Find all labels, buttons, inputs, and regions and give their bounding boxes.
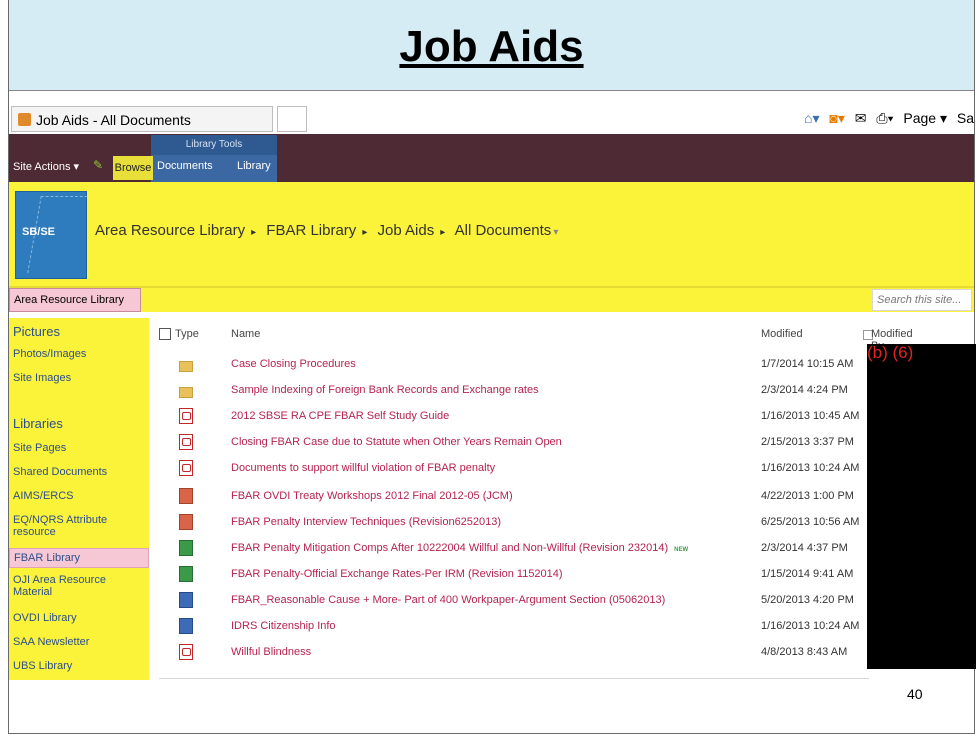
site-actions-menu[interactable]: Site Actions ▾ (13, 160, 79, 173)
new-tab-button[interactable] (277, 106, 307, 132)
ribbon: Library Tools Site Actions ▾ ✎ Browse Do… (9, 134, 974, 182)
edit-page-icon[interactable]: ✎ (93, 158, 103, 172)
pdf-icon (179, 408, 193, 424)
redaction-block (867, 344, 976, 669)
safety-menu[interactable]: Sa (957, 110, 974, 126)
logo-text: SB/SE (22, 226, 56, 238)
tab-library[interactable]: Library (237, 160, 271, 172)
pdf-icon (179, 434, 193, 450)
slide-page-number: 40 (907, 686, 923, 702)
modified-date: 5/20/2013 4:20 PM (761, 594, 854, 606)
excel-icon (179, 566, 193, 582)
sidebar-item[interactable]: EQ/NQRS Attribute resource (13, 514, 143, 538)
modified-date: 1/15/2014 9:41 AM (761, 568, 854, 580)
search-input[interactable]: Search this site... (872, 289, 972, 311)
tab-documents[interactable]: Documents (157, 160, 213, 172)
column-header-modified[interactable]: Modified (761, 328, 803, 340)
breadcrumb-item[interactable]: FBAR Library (266, 222, 356, 239)
sidebar-item[interactable]: Site Pages (13, 442, 143, 454)
sidebar-heading-libraries[interactable]: Libraries (13, 416, 63, 431)
document-name-link[interactable]: Closing FBAR Case due to Statute when Ot… (231, 436, 562, 448)
mail-icon[interactable]: ✉ (855, 110, 867, 126)
breadcrumb-item[interactable]: Job Aids (378, 222, 435, 239)
document-name-link[interactable]: FBAR Penalty-Official Exchange Rates-Per… (231, 568, 563, 580)
document-name-link[interactable]: Documents to support willful violation o… (231, 462, 495, 474)
command-bar: ⌂▾ ◙▾ ✉ ⎙▾ Page ▾ Sa (798, 110, 974, 127)
modified-date: 1/16/2013 10:24 AM (761, 620, 860, 632)
folder-icon (179, 361, 193, 372)
slide-title: Job Aids (399, 22, 584, 71)
tab-browse[interactable]: Browse (113, 156, 153, 180)
pdf-icon (179, 644, 193, 660)
breadcrumb-separator-icon: ▸ (440, 227, 446, 238)
list-bottom-divider (159, 678, 869, 679)
modified-date: 2/15/2013 3:37 PM (761, 436, 854, 448)
home-icon[interactable]: ⌂▾ (804, 110, 819, 126)
rss-icon[interactable]: ◙▾ (829, 110, 844, 126)
breadcrumb-separator-icon: ▸ (251, 227, 257, 238)
column-header-type[interactable]: Type (175, 328, 199, 340)
document-name-link[interactable]: Sample Indexing of Foreign Bank Records … (231, 384, 539, 396)
document-name-link[interactable]: IDRS Citizenship Info (231, 620, 336, 632)
document-name-link[interactable]: FBAR OVDI Treaty Workshops 2012 Final 20… (231, 490, 513, 502)
sharepoint-icon (18, 113, 31, 126)
document-name-link[interactable]: Case Closing Procedures (231, 358, 356, 370)
redaction-label: (b) (6) (867, 343, 914, 362)
modified-date: 4/22/2013 1:00 PM (761, 490, 854, 502)
select-all-checkbox[interactable] (159, 328, 171, 340)
sidebar-item[interactable]: UBS Library (13, 660, 143, 672)
print-icon[interactable]: ⎙▾ (876, 110, 893, 126)
sidebar-item-fbar-library[interactable]: FBAR Library (9, 548, 149, 568)
document-name-link[interactable]: 2012 SBSE RA CPE FBAR Self Study Guide (231, 410, 449, 422)
breadcrumb-item[interactable]: Area Resource Library (95, 222, 245, 239)
excel-icon (179, 540, 193, 556)
breadcrumb-item[interactable]: All Documents (455, 222, 552, 239)
breadcrumb: Area Resource Library ▸ FBAR Library ▸ Job… (95, 222, 558, 239)
document-name-link[interactable]: Willful Blindness (231, 646, 311, 658)
sidebar-item[interactable]: OVDI Library (13, 612, 143, 624)
sidebar-item[interactable]: AIMS/ERCS (13, 490, 143, 502)
site-logo[interactable]: SB/SE (15, 191, 88, 279)
browser-tab-bar: Job Aids - All Documents ⌂▾ ◙▾ ✉ ⎙▾ Page… (9, 104, 974, 135)
browser-tab-title: Job Aids - All Documents (36, 112, 191, 128)
sidebar-item[interactable]: Shared Documents (13, 466, 143, 478)
sidebar-item[interactable]: OJI Area Resource Material (13, 574, 143, 598)
breadcrumb-separator-icon: ▸ (362, 227, 368, 238)
chevron-down-icon[interactable]: ▾ (553, 227, 558, 238)
modified-date: 1/16/2013 10:24 AM (761, 462, 860, 474)
sidebar-item[interactable]: Site Images (13, 372, 143, 384)
modified-date: 2/3/2014 4:37 PM (761, 542, 848, 554)
modified-date: 1/7/2014 10:15 AM (761, 358, 854, 370)
library-tools-label: Library Tools (151, 135, 277, 155)
powerpoint-icon (179, 514, 193, 530)
modified-date: 2/3/2014 4:24 PM (761, 384, 848, 396)
powerpoint-icon (179, 488, 193, 504)
sidebar-heading-pictures[interactable]: Pictures (13, 324, 60, 339)
document-name-text: FBAR Penalty Mitigation Comps After 1022… (231, 542, 669, 554)
word-icon (179, 618, 193, 634)
top-nav: Area Resource Library Search this site..… (9, 288, 974, 312)
modified-date: 1/16/2013 10:45 AM (761, 410, 860, 422)
column-header-name[interactable]: Name (231, 328, 260, 340)
nav-tab-area-resource-library[interactable]: Area Resource Library (9, 288, 141, 312)
slide-title-band: Job Aids (9, 0, 974, 91)
site-banner: SB/SE Area Resource Library ▸ FBAR Librar… (9, 182, 974, 288)
modified-date: 6/25/2013 10:56 AM (761, 516, 860, 528)
browser-tab[interactable]: Job Aids - All Documents (11, 106, 273, 132)
document-name-link[interactable]: FBAR Penalty Mitigation Comps After 1022… (231, 542, 688, 554)
new-badge: NEW (674, 547, 689, 553)
sidebar-item[interactable]: SAA Newsletter (13, 636, 143, 648)
pdf-icon (179, 460, 193, 476)
word-icon (179, 592, 193, 608)
document-list: Type Name Modified Modified By Case Clos… (149, 318, 913, 678)
slide-frame: Job Aids Job Aids - All Documents ⌂▾ ◙▾ … (8, 0, 976, 734)
sidebar-item[interactable]: Photos/Images (13, 348, 143, 360)
document-name-link[interactable]: FBAR_Reasonable Cause + More- Part of 40… (231, 594, 665, 606)
quick-launch: Pictures Photos/Images Site Images Libra… (9, 318, 149, 680)
modified-date: 4/8/2013 8:43 AM (761, 646, 848, 658)
document-name-link[interactable]: FBAR Penalty Interview Techniques (Revis… (231, 516, 501, 528)
folder-icon (179, 387, 193, 398)
page-menu[interactable]: Page ▾ (903, 110, 947, 126)
